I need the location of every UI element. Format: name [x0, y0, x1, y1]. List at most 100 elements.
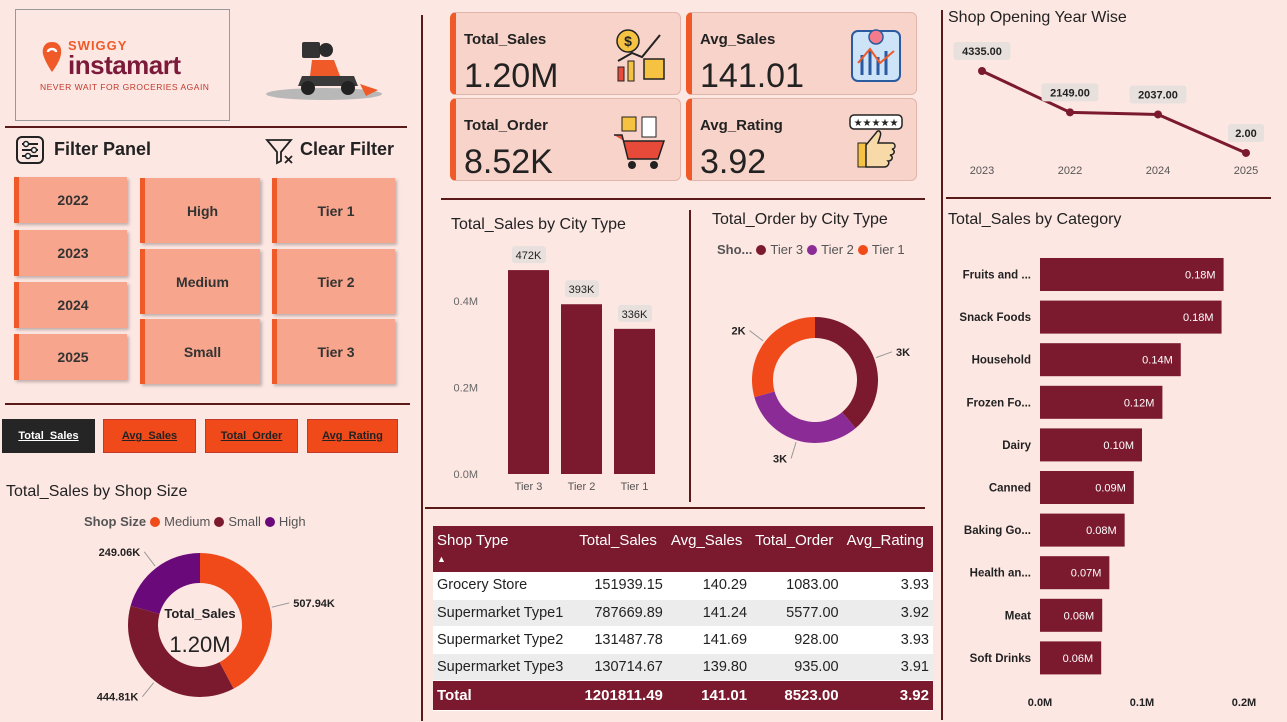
- bar-data-label: 0.14M: [1142, 355, 1173, 367]
- kpi-label: Total_Sales: [464, 31, 547, 48]
- column-header-total-sales[interactable]: Total_Sales: [575, 526, 667, 572]
- legend-item-medium: Medium: [164, 514, 211, 529]
- column-header-avg-sales[interactable]: Avg_Sales: [666, 526, 752, 572]
- column-header-shop-type[interactable]: Shop Type ▲: [433, 526, 576, 572]
- table-cell: 140.29: [666, 572, 752, 600]
- year-line-chart: 2023 2022 2024 2025 4335.00 2149.00 2037.00 2.0…: [953, 42, 1264, 177]
- table-cell: Grocery Store: [433, 572, 576, 600]
- category-label: Dairy: [1002, 440, 1031, 452]
- bar-data-label: 0.06M: [1063, 653, 1094, 665]
- donut-slice: [752, 317, 815, 398]
- line-data-label: 2.00: [1235, 128, 1256, 140]
- table-row: Grocery Store 151939.15 140.29 1083.00 3…: [433, 572, 933, 600]
- bar: [561, 304, 602, 474]
- kpi-card-total-order: Total_Order 8.52K: [450, 98, 681, 181]
- tier-filter-1[interactable]: Tier 1: [272, 178, 395, 243]
- city-order-donut-chart: 3K 3K 2K: [732, 317, 910, 465]
- legend-swatch-high: [264, 516, 275, 527]
- donut-center-value: 1.20M: [169, 632, 230, 657]
- kpi-card-total-sales: Total_Sales 1.20M $: [450, 12, 681, 95]
- y-tick-label: 0.4M: [454, 296, 478, 308]
- x-tick-label: Tier 3: [515, 481, 543, 493]
- table-cell: Supermarket Type3: [433, 653, 576, 681]
- logo-brand-big: instamart: [68, 50, 181, 80]
- year-filter-2025[interactable]: 2025: [14, 334, 127, 380]
- donut-slice: [754, 391, 856, 443]
- donut-data-label: 507.94K: [293, 598, 335, 610]
- table-cell: 1083.00: [751, 572, 843, 600]
- city-order-legend: Sho... Tier 3 Tier 2 Tier 1: [717, 242, 905, 257]
- x-tick-label: 0.2M: [1232, 697, 1256, 709]
- donut-center-label: Total_Sales: [164, 606, 235, 621]
- table-cell: 1201811.49: [575, 680, 667, 711]
- bar-data-label: 336K: [622, 309, 648, 321]
- year-filter-2023[interactable]: 2023: [14, 230, 127, 276]
- table-cell: Total: [433, 680, 576, 711]
- kpi-card-avg-sales: Avg_Sales 141.01: [686, 12, 917, 95]
- clear-filter-icon[interactable]: [265, 137, 295, 165]
- clear-filter-button[interactable]: Clear Filter: [300, 139, 394, 160]
- column-header-total-order[interactable]: Total_Order: [751, 526, 843, 572]
- kpi-value: 3.92: [700, 143, 767, 181]
- category-label: Soft Drinks: [970, 653, 1031, 665]
- metric-tab-avg-sales[interactable]: Avg_Sales: [103, 419, 196, 453]
- city-sales-chart-title: Total_Sales by City Type: [451, 216, 626, 233]
- donut-data-label: 3K: [896, 347, 910, 359]
- size-filter-small[interactable]: Small: [140, 319, 260, 384]
- metric-tab-total-order[interactable]: Total_Order: [205, 419, 298, 453]
- table-cell: 3.93: [842, 626, 933, 654]
- line-point: [978, 67, 986, 75]
- table-row: Supermarket Type2 131487.78 141.69 928.0…: [433, 626, 933, 654]
- money-growth-icon: $: [616, 29, 665, 82]
- shop-type-table: Shop Type ▲ Total_Sales Avg_Sales Total_O…: [433, 526, 933, 711]
- legend-swatch-tier2: [807, 244, 818, 255]
- category-bar-chart: Fruits and ... 0.18M Snack Foods 0.18M House…: [959, 258, 1256, 709]
- x-tick-label: Tier 2: [568, 481, 596, 493]
- tier-filter-2[interactable]: Tier 2: [272, 249, 395, 314]
- donut-leader-line: [271, 602, 290, 608]
- bar-data-label: 0.08M: [1086, 525, 1117, 537]
- tier-filter-3[interactable]: Tier 3: [272, 319, 395, 384]
- thumbs-up-rating-icon: ★★★★★: [849, 114, 903, 168]
- table-row: Supermarket Type1 787669.89 141.24 5577.…: [433, 599, 933, 627]
- category-chart-title: Total_Sales by Category: [948, 211, 1122, 228]
- line-point: [1066, 108, 1074, 117]
- kpi-card-avg-rating: Avg_Rating 3.92 ★★★★★: [686, 98, 917, 181]
- filter-panel-title: Filter Panel: [54, 139, 152, 159]
- kpi-label: Avg_Sales: [700, 31, 776, 48]
- size-filter-high[interactable]: High: [140, 178, 260, 243]
- size-filter-medium[interactable]: Medium: [140, 249, 260, 314]
- x-tick-label: 2022: [1058, 165, 1082, 177]
- table-cell: 935.00: [751, 653, 843, 681]
- line-data-label: 2037.00: [1138, 89, 1178, 101]
- x-tick-label: 2024: [1146, 165, 1170, 177]
- donut-slice: [815, 317, 878, 429]
- city-order-chart-title: Total_Order by City Type: [712, 211, 888, 228]
- legend-item-small: Small: [228, 514, 261, 529]
- table-cell: 3.92: [842, 599, 933, 627]
- table-cell: Supermarket Type1: [433, 599, 576, 627]
- year-filter-2024[interactable]: 2024: [14, 282, 127, 328]
- line-data-label: 2149.00: [1050, 87, 1090, 99]
- kpi-label: Total_Order: [464, 117, 548, 134]
- donut-data-label: 444.81K: [97, 692, 139, 704]
- category-label: Household: [972, 355, 1031, 367]
- bar-data-label: 0.07M: [1071, 568, 1102, 580]
- table-cell: 139.80: [666, 653, 752, 681]
- delivery-scooter-icon: [266, 42, 382, 100]
- x-tick-label: 2025: [1234, 165, 1258, 177]
- table-cell: 928.00: [751, 626, 843, 654]
- year-filter-2022[interactable]: 2022: [14, 177, 127, 223]
- donut-data-label: 249.06K: [99, 547, 141, 559]
- table-cell: 141.24: [666, 599, 752, 627]
- sort-ascending-icon[interactable]: ▲: [437, 554, 446, 564]
- line-point: [1154, 110, 1162, 119]
- column-header-avg-rating[interactable]: Avg_Rating: [842, 526, 933, 572]
- category-label: Canned: [989, 483, 1031, 495]
- table-total-row: Total 1201811.49 141.01 8523.00 3.92: [433, 680, 933, 711]
- svg-text:★★★★★: ★★★★★: [854, 118, 899, 129]
- legend-swatch-medium: [150, 516, 161, 527]
- metric-tab-avg-rating[interactable]: Avg_Rating: [307, 419, 398, 453]
- legend-swatch-tier3: [756, 244, 767, 255]
- metric-tab-total-sales[interactable]: Total_Sales: [2, 419, 95, 453]
